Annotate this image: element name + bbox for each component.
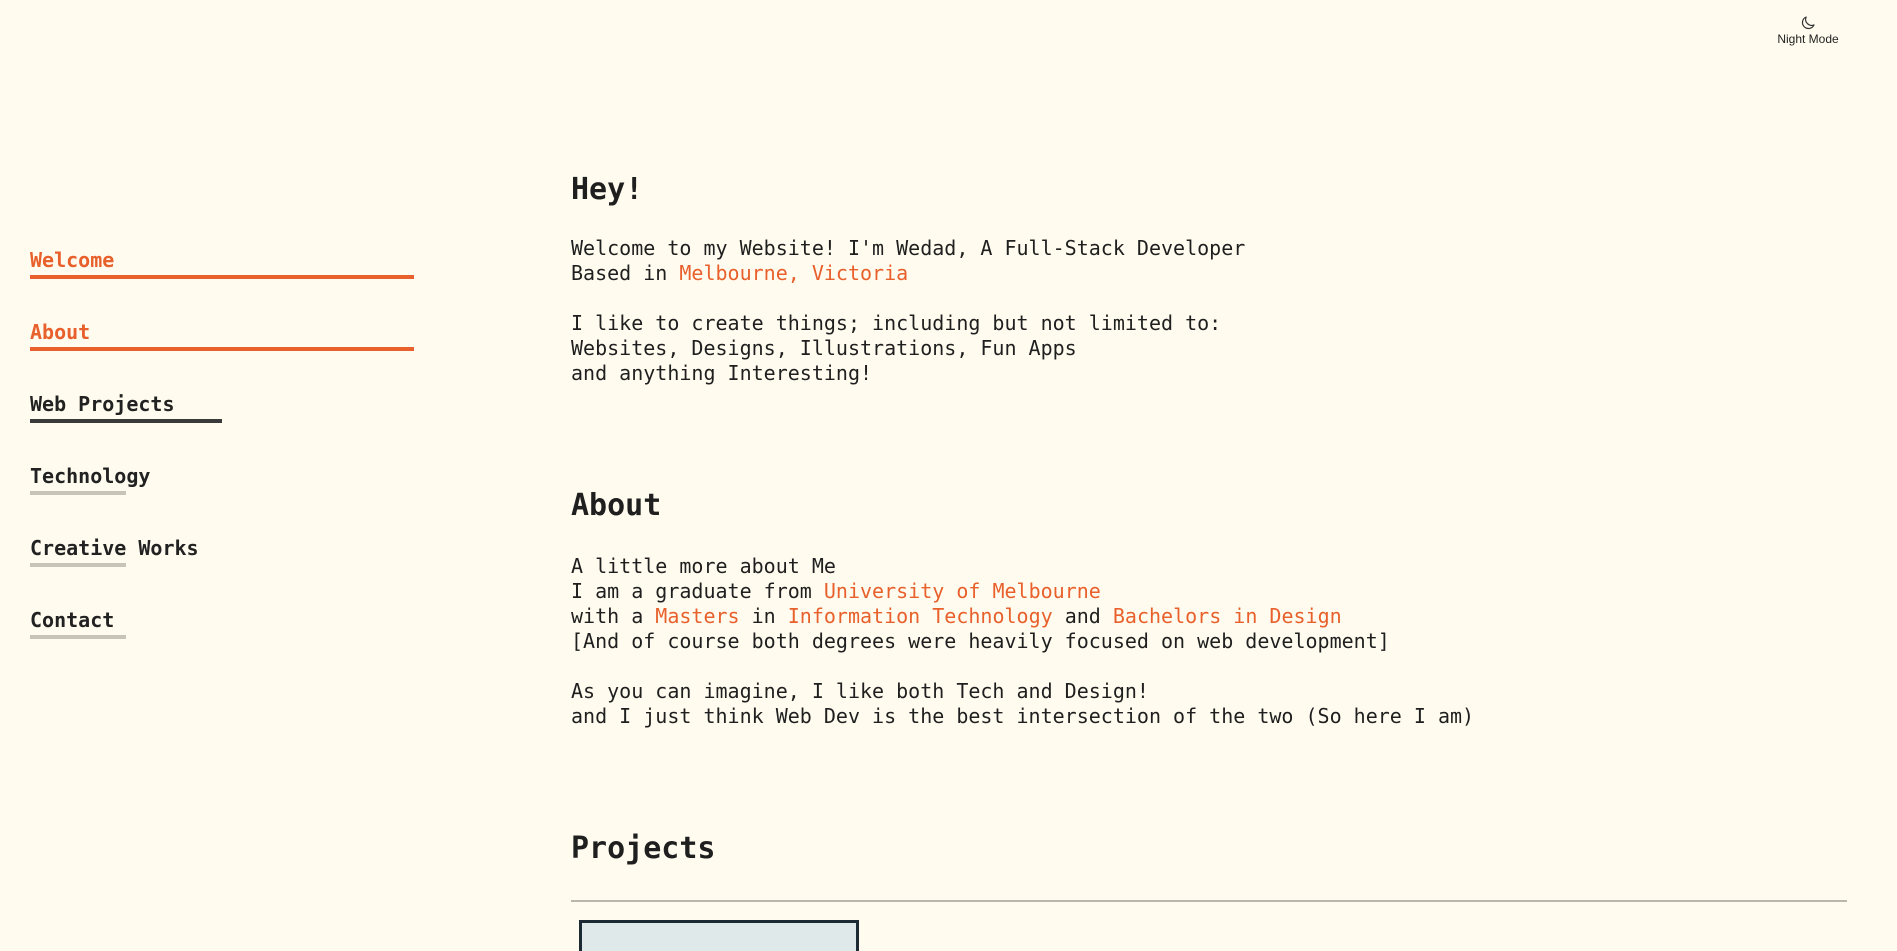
night-mode-label: Night Mode: [1777, 32, 1839, 46]
graduate-line: I am a graduate from University of Melbo…: [571, 579, 1851, 604]
hey-heading: Hey!: [571, 172, 644, 207]
project-thumbnail[interactable]: [579, 920, 859, 951]
nav-progress-bar: [30, 563, 126, 567]
nav-item-about[interactable]: About: [30, 320, 450, 392]
nav-progress-bar: [30, 275, 414, 279]
about-heading: About: [571, 488, 662, 523]
projects-heading: Projects: [571, 831, 716, 866]
focus-line: [And of course both degrees were heavily…: [571, 629, 1390, 653]
nav-item-label: Contact: [30, 608, 115, 632]
degrees-line: with a Masters in Information Technology…: [571, 604, 1851, 629]
hey-section: Hey! Welcome to my Website! I'm Wedad, A…: [571, 170, 1851, 386]
nav-item-creative-works[interactable]: Creative Works: [30, 536, 450, 608]
projects-section: Projects: [571, 829, 1851, 951]
location-line: Based in Melbourne, Victoria: [571, 261, 1851, 286]
nav-item-technology[interactable]: Technology: [30, 464, 450, 536]
moon-icon: [1801, 16, 1815, 30]
graduate-prefix: I am a graduate from: [571, 579, 824, 603]
design-link[interactable]: Bachelors in Design: [1113, 604, 1342, 628]
tech-design-line: As you can imagine, I like both Tech and…: [571, 679, 1149, 703]
nav-item-label: Web Projects: [30, 392, 175, 416]
webdev-line: and I just think Web Dev is the best int…: [571, 704, 1475, 728]
projects-divider: [571, 900, 1847, 902]
nav-item-label: About: [30, 320, 91, 344]
degrees-prefix: with a: [571, 604, 656, 628]
nav-progress-bar: [30, 419, 222, 423]
likes-end-line: and anything Interesting!: [571, 361, 873, 385]
night-mode-toggle[interactable]: Night Mode: [1753, 14, 1863, 46]
about-section: About A little more about Me I am a grad…: [571, 486, 1851, 729]
nav-progress-bar: [30, 347, 414, 351]
side-nav: Welcome About Web Projects Technology Cr…: [30, 248, 450, 680]
nav-progress-bar: [30, 635, 126, 639]
likes-list-line: Websites, Designs, Illustrations, Fun Ap…: [571, 336, 1077, 360]
it-link[interactable]: Information Technology: [788, 604, 1053, 628]
nav-item-label: Creative Works: [30, 536, 199, 560]
degrees-and-text: and: [1052, 604, 1113, 628]
main-content: Hey! Welcome to my Website! I'm Wedad, A…: [571, 170, 1851, 951]
masters-link[interactable]: Masters: [655, 604, 739, 628]
intro-line: Welcome to my Website! I'm Wedad, A Full…: [571, 236, 1246, 260]
nav-item-web-projects[interactable]: Web Projects: [30, 392, 450, 464]
degrees-in-text: in: [739, 604, 788, 628]
nav-item-label: Welcome: [30, 248, 115, 272]
nav-item-contact[interactable]: Contact: [30, 608, 450, 680]
nav-progress-bar: [30, 491, 126, 495]
nav-item-welcome[interactable]: Welcome: [30, 248, 450, 320]
nav-item-label: Technology: [30, 464, 151, 488]
university-link[interactable]: University of Melbourne: [824, 579, 1101, 603]
location-prefix: Based in: [571, 261, 680, 285]
about-intro-line: A little more about Me: [571, 554, 836, 578]
likes-line: I like to create things; including but n…: [571, 311, 1222, 335]
location-link[interactable]: Melbourne, Victoria: [679, 261, 908, 285]
